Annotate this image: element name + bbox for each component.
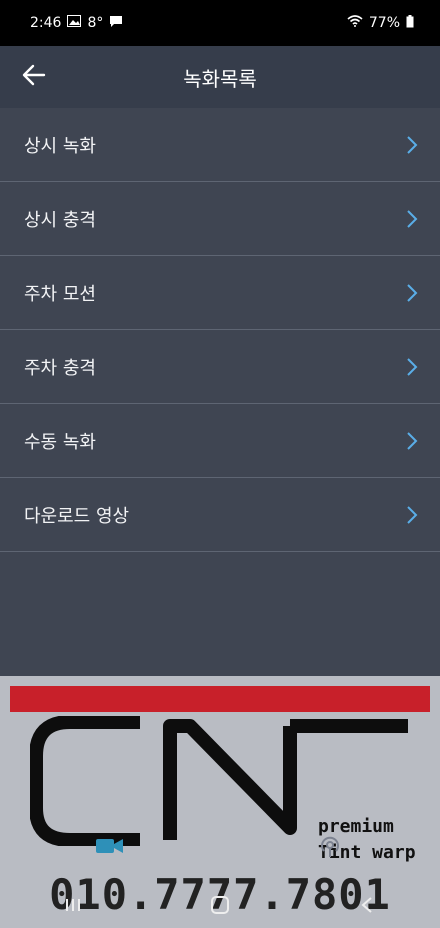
list-item-continuous-impact[interactable]: 상시 충격: [0, 182, 440, 256]
wifi-icon: [347, 15, 363, 31]
status-left: 2:46 8°: [30, 15, 123, 32]
list-item-label: 상시 녹화: [24, 135, 96, 157]
list-item-label: 주차 충격: [24, 357, 96, 379]
list-item-label: 주차 모션: [24, 283, 96, 305]
back-icon: [361, 897, 372, 913]
home-icon: [210, 896, 229, 914]
list-item-parking-impact[interactable]: 주차 충격: [0, 330, 440, 404]
video-camera-icon: [96, 839, 123, 853]
chevron-right-icon: [407, 209, 418, 228]
list-item-label: 다운로드 영상: [24, 505, 130, 527]
message-icon: [109, 15, 123, 32]
list-item-manual-recording[interactable]: 수동 녹화: [0, 404, 440, 478]
bottom-tab-bar: [0, 810, 440, 882]
image-icon: [67, 15, 82, 31]
list-item-label: 수동 녹화: [24, 431, 96, 453]
arrow-left-icon: [22, 64, 46, 90]
recording-list: 상시 녹화 상시 충격 주차 모션 주차 충격 수동 녹화 다운로드 영상: [0, 108, 440, 552]
status-time: 2:46: [30, 15, 62, 31]
home-button[interactable]: [190, 885, 250, 925]
tab-video[interactable]: [0, 810, 220, 882]
back-nav-button[interactable]: [337, 885, 397, 925]
watermark-red-bar: [10, 686, 430, 712]
page-title: 녹화목록: [183, 66, 257, 91]
broadcast-icon: [321, 836, 339, 857]
status-right: 77%: [347, 14, 414, 32]
status-temperature: 8°: [87, 15, 104, 31]
battery-icon: [406, 14, 414, 32]
list-item-continuous-recording[interactable]: 상시 녹화: [0, 108, 440, 182]
chevron-right-icon: [407, 357, 418, 376]
list-item-label: 상시 충격: [24, 209, 96, 231]
back-button[interactable]: [14, 57, 54, 97]
chevron-right-icon: [407, 135, 418, 154]
list-item-downloaded-video[interactable]: 다운로드 영상: [0, 478, 440, 552]
navigation-bar: [0, 882, 440, 928]
battery-percent: 77%: [368, 15, 400, 31]
chevron-right-icon: [407, 283, 418, 302]
recent-apps-button[interactable]: [43, 885, 103, 925]
tab-connection[interactable]: [220, 810, 440, 882]
chevron-right-icon: [407, 431, 418, 450]
recent-apps-icon: [66, 899, 81, 911]
chevron-right-icon: [407, 505, 418, 524]
app-header: 녹화목록: [0, 46, 440, 108]
list-item-parking-motion[interactable]: 주차 모션: [0, 256, 440, 330]
status-bar: 2:46 8° 77%: [0, 0, 440, 46]
